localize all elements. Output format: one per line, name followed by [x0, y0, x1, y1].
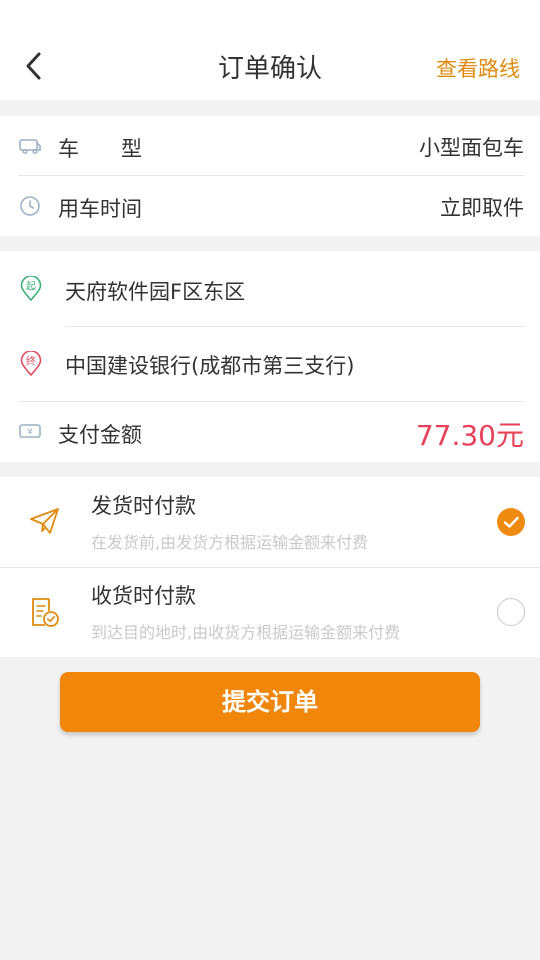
receipt-check-icon — [32, 598, 59, 627]
pay-option-on-delivery[interactable]: 收货时付款 到达目的地时,由收货方根据运输金额来付费 — [0, 568, 540, 657]
start-address: 天府软件园F区东区 — [65, 280, 246, 304]
pay-option-title: 发货时付款 — [91, 494, 196, 518]
start-marker-text: 起 — [26, 281, 36, 293]
pay-option-on-shipment[interactable]: 发货时付款 在发货前,由发货方根据运输金额来付费 — [0, 477, 540, 567]
end-address: 中国建设银行(成都市第三支行) — [65, 354, 355, 378]
payment-amount-label: 支付金额 — [58, 423, 142, 447]
money-icon: ¥ — [19, 424, 41, 438]
vehicle-type-value: 小型面包车 — [419, 136, 524, 160]
vehicle-card: 车 型 小型面包车 用车时间 立即取件 — [0, 116, 540, 236]
unselected-radio[interactable] — [497, 598, 525, 626]
vehicle-type-row[interactable]: 车 型 小型面包车 — [0, 116, 540, 176]
start-pin-icon: 起 — [20, 276, 42, 302]
address-card: 起 天府软件园F区东区 终 中国建设银行(成都市第三支行) ¥ 支付金额 77.… — [0, 251, 540, 462]
pay-option-desc: 到达目的地时,由收货方根据运输金额来付费 — [91, 623, 401, 642]
end-pin-icon: 终 — [20, 351, 42, 377]
end-marker-text: 终 — [26, 355, 36, 368]
pickup-time-label: 用车时间 — [58, 197, 142, 221]
paper-plane-icon — [30, 508, 59, 534]
checkmark-icon — [503, 516, 519, 528]
top-bar: 订单确认 查看路线 — [0, 0, 540, 100]
submit-order-button[interactable]: 提交订单 — [60, 672, 480, 732]
payment-amount-row: ¥ 支付金额 77.30元 — [0, 402, 540, 462]
start-address-row[interactable]: 起 天府软件园F区东区 — [0, 251, 540, 326]
vehicle-type-label: 车 型 — [58, 137, 142, 161]
selected-radio[interactable] — [497, 508, 525, 536]
pickup-time-row[interactable]: 用车时间 立即取件 — [0, 176, 540, 236]
van-icon — [19, 139, 41, 155]
pickup-time-value: 立即取件 — [440, 196, 524, 220]
view-route-link[interactable]: 查看路线 — [436, 53, 520, 83]
end-address-row[interactable]: 终 中国建设银行(成都市第三支行) — [0, 327, 540, 401]
payment-amount-value: 77.30元 — [415, 419, 524, 452]
pay-option-title: 收货时付款 — [91, 584, 196, 608]
pay-option-desc: 在发货前,由发货方根据运输金额来付费 — [91, 533, 369, 552]
money-symbol: ¥ — [27, 428, 33, 438]
clock-icon — [20, 196, 40, 216]
payment-options-card: 发货时付款 在发货前,由发货方根据运输金额来付费 收货时付款 到达目的地时,由收… — [0, 477, 540, 657]
